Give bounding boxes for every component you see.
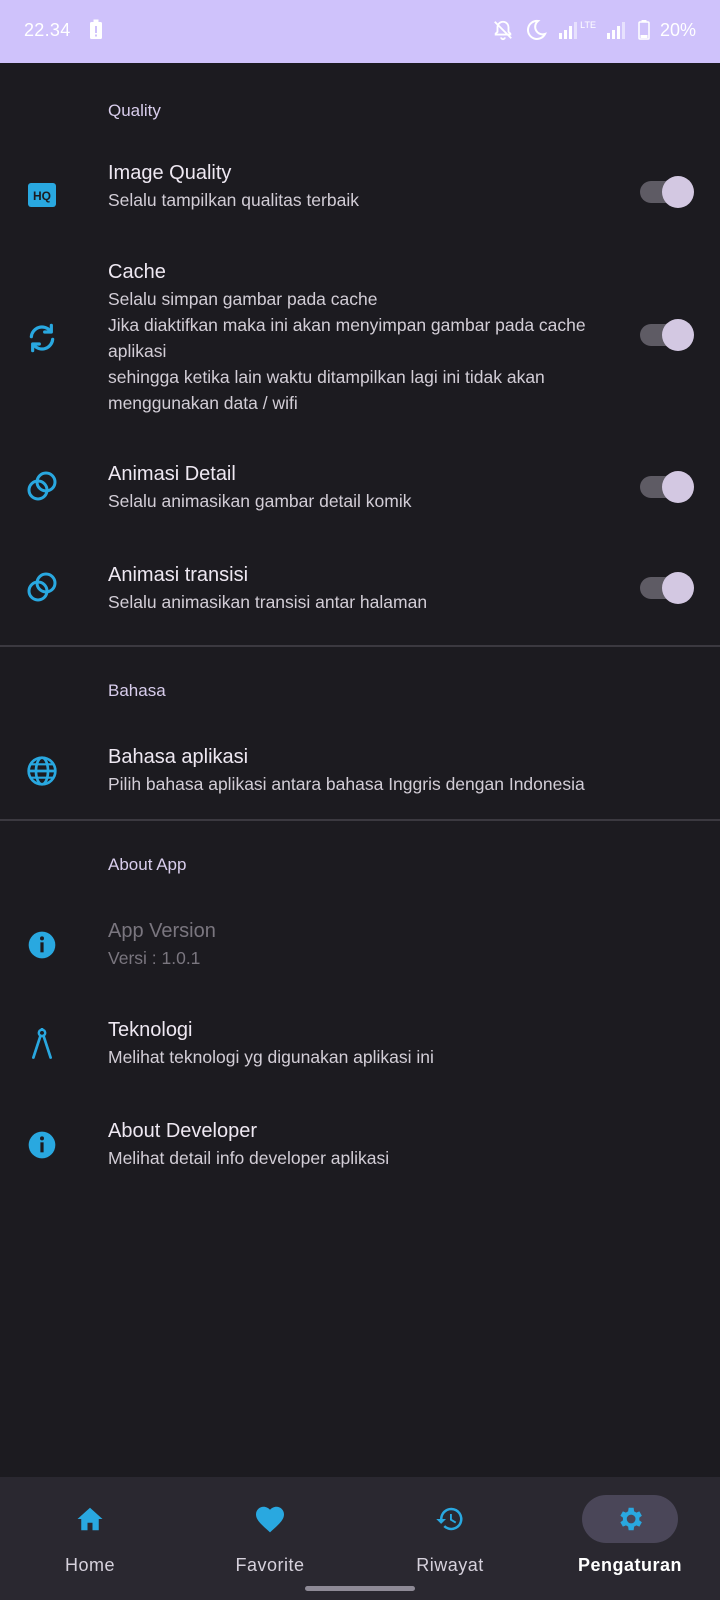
gesture-handle[interactable]	[305, 1586, 415, 1591]
setting-title: Teknologi	[108, 1019, 193, 1041]
section-header-quality: Quality	[108, 101, 161, 120]
compass-tool-icon	[24, 1026, 60, 1062]
battery-percent: 20%	[659, 19, 696, 40]
nav-item-home[interactable]: Home	[0, 1477, 180, 1600]
setting-image-quality[interactable]: HQ Image Quality Selalu tampilkan qualit…	[0, 159, 720, 247]
setting-animasi-detail[interactable]: Animasi Detail Selalu animasikan gambar …	[0, 460, 720, 520]
history-icon	[432, 1501, 468, 1537]
toggle-knob	[662, 319, 694, 351]
sync-icon	[24, 320, 60, 356]
setting-cache[interactable]: Cache Selalu simpan gambar pada cache Ji…	[0, 258, 720, 418]
rings-icon	[24, 569, 60, 605]
alert-icon	[90, 19, 102, 39]
gear-icon	[612, 1501, 648, 1537]
status-icons: LTE 20%	[492, 16, 696, 44]
section-header-about: About App	[108, 855, 187, 874]
setting-title: App Version	[108, 920, 216, 942]
image-quality-toggle[interactable]	[640, 176, 694, 208]
setting-bahasa-aplikasi[interactable]: Bahasa aplikasi Pilih bahasa aplikasi an…	[0, 743, 720, 803]
setting-title: Cache	[108, 261, 166, 283]
setting-title: About Developer	[108, 1120, 257, 1142]
setting-title: Image Quality	[108, 162, 232, 184]
heart-icon	[252, 1501, 288, 1537]
animasi-detail-toggle[interactable]	[640, 471, 694, 503]
bottom-navigation: Home Favorite Riwayat Pengaturan	[0, 1477, 720, 1600]
nav-item-favorite[interactable]: Favorite	[180, 1477, 360, 1600]
toggle-knob	[662, 471, 694, 503]
setting-app-version: App Version Versi : 1.0.1	[0, 917, 720, 977]
section-divider	[0, 645, 720, 647]
setting-title: Bahasa aplikasi	[108, 746, 249, 768]
moon-icon	[527, 19, 548, 40]
setting-animasi-transisi[interactable]: Animasi transisi Selalu animasikan trans…	[0, 561, 720, 621]
nav-label: Favorite	[235, 1555, 305, 1575]
setting-description: Versi : 1.0.1	[108, 948, 201, 968]
signal-icon	[606, 22, 625, 39]
setting-title: Animasi transisi	[108, 564, 249, 586]
section-divider	[0, 819, 720, 821]
setting-description: Selalu animasikan transisi antar halaman	[108, 592, 428, 612]
setting-description: Selalu tampilkan qualitas terbaik	[108, 190, 359, 210]
cache-toggle[interactable]	[640, 319, 694, 351]
toggle-knob	[662, 572, 694, 604]
rings-icon	[24, 468, 60, 504]
setting-description: Selalu animasikan gambar detail komik	[108, 491, 412, 511]
settings-list: Quality HQ Image Quality Selalu tampilka…	[0, 63, 720, 1477]
home-icon	[72, 1501, 108, 1537]
toggle-knob	[662, 176, 694, 208]
setting-teknologi[interactable]: Teknologi Melihat teknologi yg digunakan…	[0, 1016, 720, 1076]
signal-icon	[559, 22, 578, 39]
svg-text:HQ: HQ	[33, 189, 51, 203]
setting-title: Animasi Detail	[108, 463, 236, 485]
status-time: 22.34	[24, 20, 71, 40]
nav-label: Home	[64, 1555, 115, 1575]
info-icon	[24, 1127, 60, 1163]
setting-description: Pilih bahasa aplikasi antara bahasa Ingg…	[108, 774, 585, 794]
info-icon	[24, 927, 60, 963]
animasi-transisi-toggle[interactable]	[640, 572, 694, 604]
globe-icon	[24, 753, 60, 789]
nav-item-pengaturan[interactable]: Pengaturan	[540, 1477, 720, 1600]
network-type: LTE	[580, 20, 596, 30]
nav-label: Pengaturan	[577, 1555, 683, 1575]
setting-description: Melihat teknologi yg digunakan aplikasi …	[108, 1047, 434, 1067]
status-bar: 22.34 LTE 20%	[0, 0, 720, 63]
battery-icon	[638, 20, 650, 40]
nav-item-riwayat[interactable]: Riwayat	[360, 1477, 540, 1600]
hq-icon: HQ	[24, 177, 60, 213]
setting-about-developer[interactable]: About Developer Melihat detail info deve…	[0, 1117, 720, 1177]
nav-label: Riwayat	[416, 1555, 484, 1575]
section-header-bahasa: Bahasa	[108, 681, 166, 700]
setting-description: Selalu simpan gambar pada cache Jika dia…	[108, 289, 586, 413]
bell-off-icon	[494, 20, 513, 41]
setting-description: Melihat detail info developer aplikasi	[108, 1148, 390, 1168]
